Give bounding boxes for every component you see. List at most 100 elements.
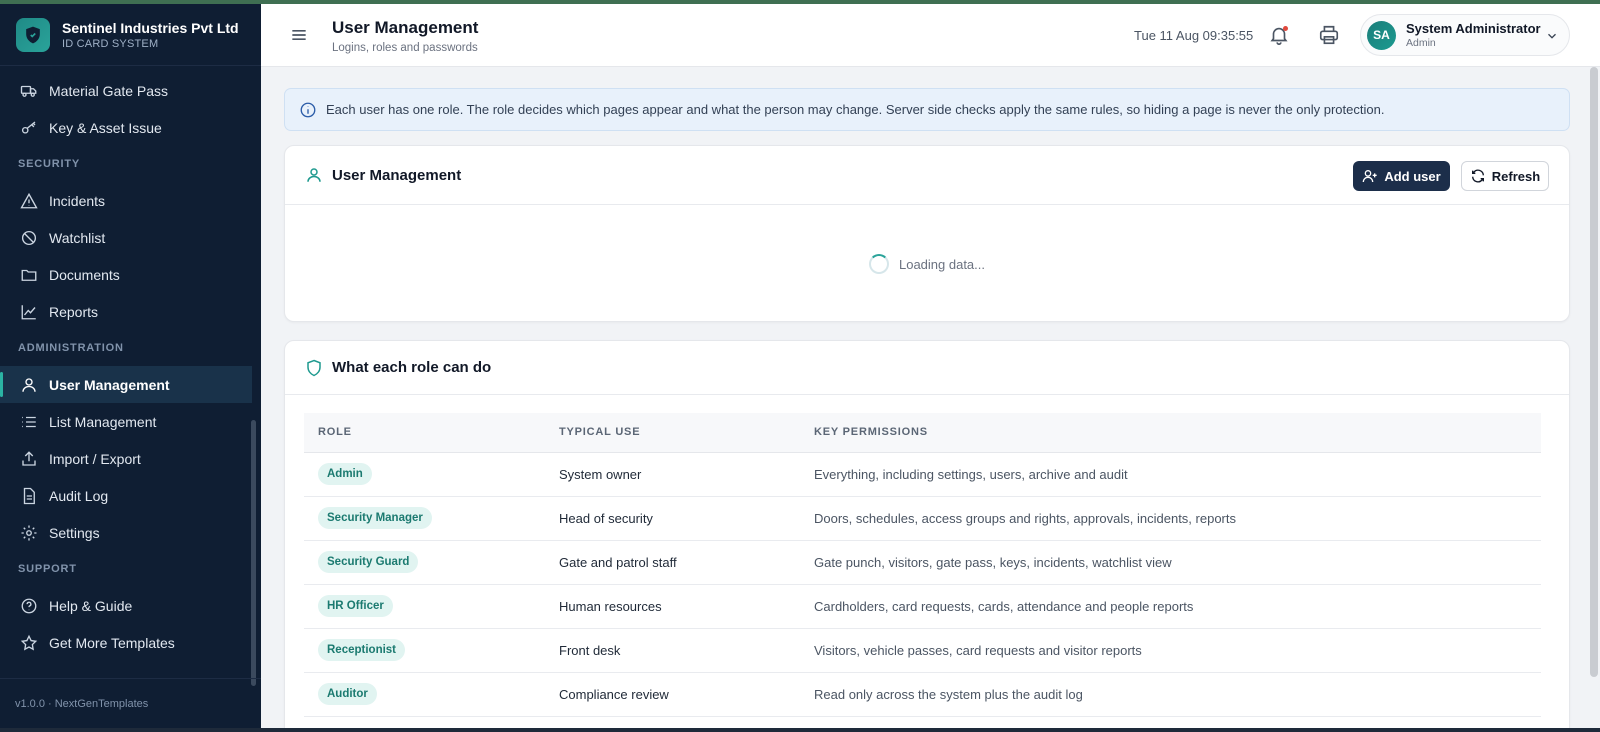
section-administration: ADMINISTRATION bbox=[18, 342, 124, 354]
role-badge: Admin bbox=[318, 463, 372, 485]
info-banner-text: Each user has one role. The role decides… bbox=[326, 102, 1385, 117]
info-banner: Each user has one role. The role decides… bbox=[284, 88, 1570, 131]
chevron-down-icon bbox=[1545, 29, 1559, 43]
sidebar-scrollbar[interactable] bbox=[251, 420, 256, 686]
ban-icon bbox=[20, 229, 38, 247]
user-icon bbox=[20, 376, 38, 394]
sidebar-item-list-management[interactable]: List Management bbox=[0, 403, 261, 440]
sidebar-item-settings[interactable]: Settings bbox=[0, 514, 261, 551]
brand-name: Sentinel Industries Pvt Ltd bbox=[62, 19, 239, 36]
page-title: User Management bbox=[332, 18, 479, 37]
document-icon bbox=[20, 487, 38, 505]
sidebar-item-label: Incidents bbox=[49, 192, 106, 209]
user-menu[interactable]: SA System Administrator Admin bbox=[1360, 14, 1570, 56]
page-subtitle: Logins, roles and passwords bbox=[332, 42, 478, 54]
column-header-key-permissions: KEY PERMISSIONS bbox=[800, 413, 1541, 453]
table-row: Security Manager Head of security Doors,… bbox=[304, 496, 1541, 541]
role-badge: Receptionist bbox=[318, 639, 406, 661]
section-security: SECURITY bbox=[18, 158, 81, 170]
sidebar: Sentinel Industries Pvt Ltd ID CARD SYST… bbox=[0, 4, 261, 728]
permissions-cell: Doors, schedules, access groups and righ… bbox=[800, 496, 1541, 541]
shield-logo-icon bbox=[16, 17, 50, 52]
typical-use-cell: System owner bbox=[545, 452, 800, 497]
table-row: Receptionist Front desk Visitors, vehicl… bbox=[304, 628, 1541, 673]
user-icon bbox=[305, 166, 323, 184]
typical-use-cell: Front desk bbox=[545, 628, 800, 673]
sidebar-item-incidents[interactable]: Incidents bbox=[0, 182, 261, 219]
top-accent-line bbox=[0, 0, 1600, 4]
sidebar-item-key-asset-issue[interactable]: Key & Asset Issue bbox=[0, 109, 261, 146]
sidebar-item-watchlist[interactable]: Watchlist bbox=[0, 219, 261, 256]
role-badge: Security Guard bbox=[318, 551, 419, 573]
sidebar-item-label: Watchlist bbox=[49, 229, 106, 246]
roles-card: What each role can do ROLE TYPICAL USE K… bbox=[284, 340, 1570, 732]
roles-card-header: What each role can do bbox=[285, 341, 1569, 395]
brand-subtitle: ID CARD SYSTEM bbox=[62, 37, 159, 50]
loading-text: Loading data... bbox=[898, 256, 986, 272]
sidebar-item-label: Reports bbox=[49, 303, 99, 320]
hamburger-menu-icon[interactable] bbox=[289, 25, 309, 45]
sidebar-item-audit-log[interactable]: Audit Log bbox=[0, 477, 261, 514]
column-header-role: ROLE bbox=[304, 413, 545, 453]
typical-use-cell: Human resources bbox=[545, 584, 800, 629]
truck-icon bbox=[20, 82, 38, 100]
table-row: Security Guard Gate and patrol staff Gat… bbox=[304, 540, 1541, 585]
roles-card-title: What each role can do bbox=[332, 359, 492, 376]
sidebar-item-label: Audit Log bbox=[49, 487, 109, 504]
sidebar-item-help-guide[interactable]: Help & Guide bbox=[0, 587, 261, 624]
permissions-cell: Read only across the system plus the aud… bbox=[800, 672, 1541, 717]
refresh-icon bbox=[1471, 169, 1484, 183]
shield-icon bbox=[305, 359, 323, 377]
column-header-typical-use: TYPICAL USE bbox=[545, 413, 800, 453]
table-row: Auditor Compliance review Read only acro… bbox=[304, 672, 1541, 717]
add-user-icon bbox=[1362, 170, 1377, 183]
sidebar-item-documents[interactable]: Documents bbox=[0, 256, 261, 293]
sidebar-item-label: User Management bbox=[49, 376, 170, 393]
notification-bell-icon[interactable] bbox=[1268, 24, 1290, 46]
sidebar-item-label: Documents bbox=[49, 266, 120, 283]
add-user-button[interactable]: Add user bbox=[1353, 161, 1450, 191]
page-scrollbar[interactable] bbox=[1590, 67, 1598, 677]
key-icon bbox=[20, 119, 38, 137]
role-badge: Security Manager bbox=[318, 507, 432, 529]
sidebar-item-label: Import / Export bbox=[49, 450, 141, 467]
star-icon bbox=[20, 634, 38, 652]
bottom-edge-line bbox=[0, 728, 1600, 732]
help-circle-icon bbox=[20, 597, 38, 615]
role-badge: HR Officer bbox=[318, 595, 393, 617]
avatar: SA bbox=[1367, 20, 1396, 50]
table-header-row: ROLE TYPICAL USE KEY PERMISSIONS bbox=[304, 413, 1541, 453]
users-card-header: User Management Add user Refresh bbox=[285, 146, 1569, 205]
sidebar-item-get-more-templates[interactable]: Get More Templates bbox=[0, 624, 261, 661]
permissions-cell: Gate punch, visitors, gate pass, keys, i… bbox=[800, 540, 1541, 585]
refresh-button[interactable]: Refresh bbox=[1461, 161, 1549, 191]
add-user-label: Add user bbox=[1384, 168, 1441, 184]
users-card-title: User Management bbox=[332, 166, 462, 184]
sidebar-item-user-management[interactable]: User Management bbox=[0, 366, 252, 403]
list-icon bbox=[20, 413, 38, 431]
gear-icon bbox=[20, 524, 38, 542]
sidebar-item-label: Get More Templates bbox=[49, 634, 175, 651]
sidebar-item-import-export[interactable]: Import / Export bbox=[0, 440, 261, 477]
spinner-icon bbox=[868, 254, 889, 274]
typical-use-cell: Compliance review bbox=[545, 672, 800, 717]
table-row: HR Officer Human resources Cardholders, … bbox=[304, 584, 1541, 629]
users-card: User Management Add user Refresh Loading… bbox=[284, 145, 1570, 322]
table-row: Admin System owner Everything, including… bbox=[304, 452, 1541, 497]
info-icon bbox=[299, 101, 317, 119]
brand: Sentinel Industries Pvt Ltd ID CARD SYST… bbox=[0, 4, 261, 66]
refresh-label: Refresh bbox=[1491, 168, 1541, 184]
typical-use-cell: Head of security bbox=[545, 496, 800, 541]
permissions-cell: Visitors, vehicle passes, card requests … bbox=[800, 628, 1541, 673]
datetime: Tue 11 Aug 09:35:55 bbox=[1134, 28, 1254, 43]
sidebar-item-material-gate-pass[interactable]: Material Gate Pass bbox=[0, 72, 261, 109]
printer-icon[interactable] bbox=[1318, 24, 1340, 46]
folder-icon bbox=[20, 266, 38, 284]
upload-icon bbox=[20, 450, 38, 468]
sidebar-item-label: List Management bbox=[49, 413, 157, 430]
sidebar-item-reports[interactable]: Reports bbox=[0, 293, 261, 330]
chart-line-icon bbox=[20, 303, 38, 321]
sidebar-item-label: Key & Asset Issue bbox=[49, 119, 162, 136]
typical-use-cell: Gate and patrol staff bbox=[545, 540, 800, 585]
sidebar-item-label: Settings bbox=[49, 524, 100, 541]
